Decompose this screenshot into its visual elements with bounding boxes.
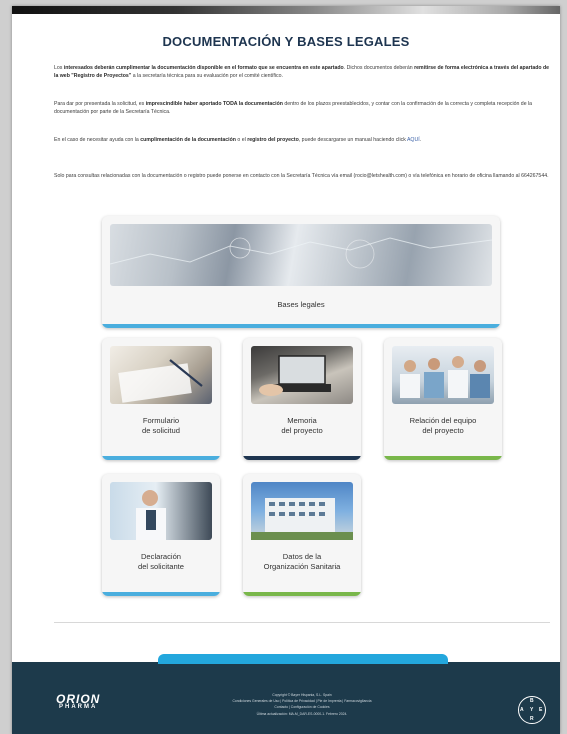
datos-label-1: Datos de la — [282, 552, 322, 561]
content-divider — [54, 622, 550, 623]
relacion-label-1: Relación del equipo — [409, 416, 477, 425]
card-accent-bar — [102, 324, 500, 328]
header-image-strip — [12, 6, 560, 14]
relacion-image — [392, 346, 494, 404]
requirements-paragraph: Para dar por presentada la solicitud, es… — [54, 100, 554, 117]
paragraph-text: Solo para consultas relacionadas con la … — [54, 173, 549, 179]
bayer-letter: R — [530, 716, 534, 722]
emphasis-text: interesados deberán cumplimentar la docu… — [63, 65, 344, 71]
last-update-text: Última actualización: MA-M_DAR-ES-0000-1… — [256, 711, 348, 716]
bases-legales-image — [109, 224, 493, 286]
datos-image — [251, 482, 353, 540]
paragraph-text: , puede descargarse un manual haciendo c… — [298, 137, 407, 143]
paragraph-text: a la secretaría técnica para su evaluaci… — [131, 73, 283, 80]
bayer-letter: A — [520, 707, 524, 713]
declaracion-image — [110, 482, 212, 540]
declaracion-label-1: Declaración — [140, 552, 182, 561]
pharma-logo-text: PHARMA — [59, 704, 98, 710]
intro-paragraph: Los interesados deberán cumplimentar la … — [54, 64, 554, 81]
bayer-letter: E — [539, 707, 543, 713]
footer-accent-tab — [158, 654, 448, 664]
bases-legales-label: Bases legales — [277, 300, 325, 309]
page: DOCUMENTACIÓN Y BASES LEGALES Los intere… — [12, 6, 560, 734]
page-title: DOCUMENTACIÓN Y BASES LEGALES — [162, 34, 410, 49]
bases-legales-card[interactable]: Bases legales — [102, 216, 500, 328]
footer: ORION PHARMA Copyright © Bayer Hispania,… — [12, 662, 560, 734]
emphasis-text: registro del proyecto — [247, 137, 299, 143]
card-accent-bar — [243, 456, 361, 460]
card-accent-bar — [102, 456, 220, 460]
memoria-label-2: del proyecto — [281, 426, 323, 435]
bayer-letter: B — [530, 698, 534, 704]
orion-pharma-logo[interactable]: ORION PHARMA — [56, 692, 100, 710]
bayer-letter: Y — [530, 707, 534, 713]
card-accent-bar — [384, 456, 502, 460]
memoria-label-1: Memoria — [287, 416, 317, 425]
declaracion-solicitante-card[interactable]: Declaración del solicitante — [102, 474, 220, 596]
paragraph-text: En el caso de necesitar ayuda con la — [54, 137, 141, 143]
paragraph-text: o el — [235, 137, 248, 143]
card-accent-bar — [243, 592, 361, 596]
formulario-solicitud-card[interactable]: Formulario de solicitud — [102, 338, 220, 460]
paragraph-text: Los — [54, 65, 64, 71]
paragraph-text: . — [419, 137, 422, 143]
relacion-equipo-card[interactable]: Relación del equipo del proyecto — [384, 338, 502, 460]
contact-paragraph: Solo para consultas relacionadas con la … — [54, 172, 554, 180]
memoria-image — [251, 346, 353, 404]
emphasis-text: imprescindible haber aportado TODA la do… — [145, 101, 283, 107]
datos-organizacion-card[interactable]: Datos de la Organización Sanitaria — [243, 474, 361, 596]
emphasis-text: cumplimentación de la documentación — [140, 137, 236, 143]
help-paragraph: En el caso de necesitar ayuda con la cum… — [54, 136, 554, 144]
formulario-label-2: de solicitud — [142, 426, 180, 435]
datos-label-2: Organización Sanitaria — [263, 562, 341, 571]
memoria-proyecto-card[interactable]: Memoria del proyecto — [243, 338, 361, 460]
bayer-logo[interactable]: B A Y E R — [518, 696, 546, 724]
footer-text: Copyright © Bayer Hispania, S.L. Spain C… — [162, 692, 442, 717]
declaracion-label-2: del solicitante — [137, 562, 184, 571]
formulario-image — [110, 346, 212, 404]
formulario-label-1: Formulario — [142, 416, 180, 425]
paragraph-text: Para dar por presentada la solicitud, es — [54, 101, 146, 107]
manual-download-link[interactable]: AQUÍ — [407, 137, 420, 143]
card-accent-bar — [102, 592, 220, 596]
paragraph-text: . Dichos documentos deberán — [343, 65, 415, 71]
relacion-label-2: del proyecto — [422, 426, 464, 435]
